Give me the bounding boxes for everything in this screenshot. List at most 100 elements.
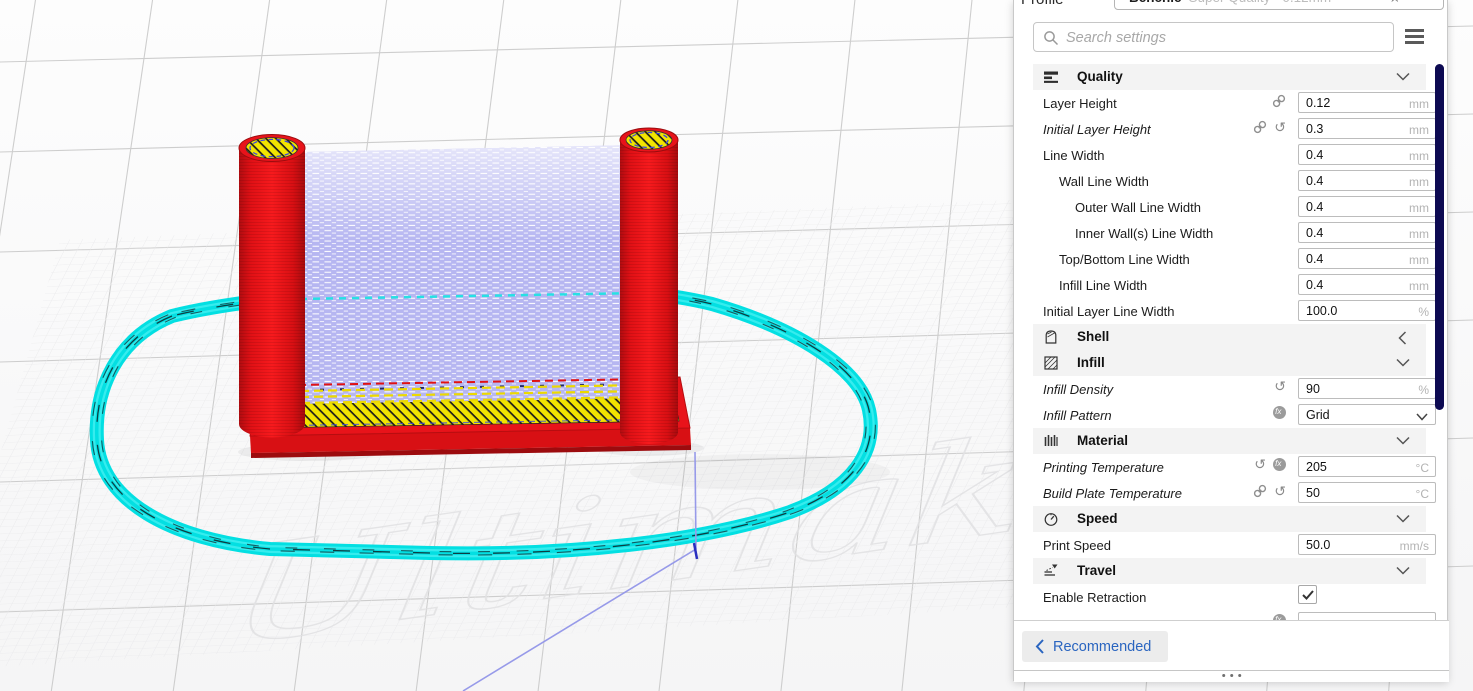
input-printing-temperature[interactable]: 205°C bbox=[1298, 456, 1436, 477]
unit-label: % bbox=[1418, 383, 1429, 397]
panel-resize-handle[interactable] bbox=[1014, 670, 1449, 682]
input-blank[interactable] bbox=[1298, 612, 1436, 620]
fx-icon[interactable]: fx bbox=[1273, 406, 1286, 419]
setting-label: Print Speed bbox=[1043, 538, 1111, 553]
setting-row-line-width: Line Width 0.4 mm bbox=[1014, 142, 1449, 168]
setting-row-infill-pattern: Infill Pattern fx Grid bbox=[1014, 402, 1449, 428]
print-settings-panel: Profile BenchieSuper Quality - 0.12mm ★ … bbox=[1013, 0, 1448, 681]
search-input[interactable] bbox=[1064, 26, 1388, 50]
setting-row-infill-line-width: Infill Line Width 0.4 mm bbox=[1014, 272, 1449, 298]
link-icon bbox=[1253, 484, 1267, 498]
setting-label: Infill Pattern bbox=[1043, 408, 1112, 423]
input-initial-layer-line-width[interactable]: 100.0% bbox=[1298, 300, 1436, 321]
setting-row-build-plate-temperature: Build Plate Temperature ↺ 50 °C bbox=[1014, 480, 1449, 506]
section-header-travel[interactable]: Travel bbox=[1014, 558, 1449, 584]
setting-row-initial-layer-height: Initial Layer Height↺0.3mm bbox=[1014, 116, 1449, 142]
setting-label: Infill Density bbox=[1043, 382, 1113, 397]
input-layer-height[interactable]: 0.12 mm bbox=[1298, 92, 1436, 113]
chevron-down-icon bbox=[1396, 565, 1410, 579]
setting-value: 0.12 bbox=[1306, 96, 1330, 110]
input-wall-line-width[interactable]: 0.4mm bbox=[1298, 170, 1436, 191]
setting-value: 0.4 bbox=[1306, 174, 1323, 188]
select-infill-pattern[interactable]: Grid bbox=[1298, 404, 1436, 425]
chevron-down-icon bbox=[1396, 71, 1410, 85]
setting-row-inner-wall-s-line-width: Inner Wall(s) Line Width 0.4mm bbox=[1014, 220, 1449, 246]
unit-label: mm bbox=[1409, 149, 1429, 163]
unit-label: mm bbox=[1409, 97, 1429, 111]
setting-label: Initial Layer Line Width bbox=[1043, 304, 1175, 319]
input-initial-layer-height[interactable]: 0.3 mm bbox=[1298, 118, 1436, 139]
panel-bottom-bar: Recommended bbox=[1014, 620, 1449, 671]
setting-row-print-speed: Print Speed 50.0mm/s bbox=[1014, 532, 1449, 558]
favorite-star-icon[interactable]: ★ bbox=[1388, 0, 1401, 6]
setting-value: 50 bbox=[1306, 486, 1320, 500]
revert-icon[interactable]: ↺ bbox=[1254, 458, 1266, 471]
revert-icon[interactable]: ↺ bbox=[1274, 380, 1286, 393]
profile-label: Profile bbox=[1021, 0, 1064, 8]
setting-row-printing-temperature: Printing Temperature↺fx205°C bbox=[1014, 454, 1449, 480]
setting-value: 0.4 bbox=[1306, 252, 1323, 266]
settings-scrollbar[interactable] bbox=[1435, 64, 1444, 410]
input-inner-wall-s-line-width[interactable]: 0.4mm bbox=[1298, 222, 1436, 243]
setting-label: Wall Line Width bbox=[1059, 174, 1149, 189]
link-icon bbox=[1253, 120, 1267, 134]
model-infill-wall[interactable] bbox=[297, 145, 646, 404]
model-tower-right[interactable] bbox=[620, 128, 678, 444]
section-header-quality[interactable]: Quality bbox=[1014, 64, 1449, 90]
setting-label: Outer Wall Line Width bbox=[1075, 200, 1201, 215]
profile-name: Benchie bbox=[1129, 0, 1182, 5]
quality-icon bbox=[1043, 69, 1059, 85]
unit-label: °C bbox=[1416, 461, 1429, 475]
chevron-down-icon bbox=[1396, 513, 1410, 527]
revert-icon[interactable]: ↺ bbox=[1274, 121, 1286, 134]
settings-menu-icon[interactable] bbox=[1405, 29, 1424, 45]
input-outer-wall-line-width[interactable]: 0.4mm bbox=[1298, 196, 1436, 217]
setting-label: Inner Wall(s) Line Width bbox=[1075, 226, 1213, 241]
profile-dropdown[interactable]: Benchie Super Quality - 0.12mm ★ bbox=[1114, 0, 1444, 10]
setting-row-blank: fx bbox=[1014, 610, 1449, 620]
section-header-speed[interactable]: Speed bbox=[1014, 506, 1449, 532]
input-build-plate-temperature[interactable]: 50 °C bbox=[1298, 482, 1436, 503]
section-label: Shell bbox=[1077, 329, 1109, 344]
section-header-material[interactable]: Material bbox=[1014, 428, 1449, 454]
setting-label: Infill Line Width bbox=[1059, 278, 1147, 293]
unit-label: mm bbox=[1409, 123, 1429, 137]
section-header-infill[interactable]: Infill bbox=[1014, 350, 1449, 376]
section-header-shell[interactable]: Shell bbox=[1014, 324, 1449, 350]
section-label: Speed bbox=[1077, 511, 1118, 526]
setting-value: 100.0 bbox=[1306, 304, 1337, 318]
revert-icon[interactable]: ↺ bbox=[1274, 485, 1286, 498]
input-infill-density[interactable]: 90% bbox=[1298, 378, 1436, 399]
chevron-left-icon bbox=[1035, 639, 1044, 654]
link-icon bbox=[1272, 94, 1286, 108]
checkbox-enable-retraction[interactable] bbox=[1298, 585, 1317, 604]
travel-icon bbox=[1043, 563, 1059, 579]
input-line-width[interactable]: 0.4 mm bbox=[1298, 144, 1436, 165]
chevron-left-icon bbox=[1396, 331, 1410, 345]
input-infill-line-width[interactable]: 0.4 mm bbox=[1298, 274, 1436, 295]
setting-row-wall-line-width: Wall Line Width 0.4mm bbox=[1014, 168, 1449, 194]
fx-icon[interactable]: fx bbox=[1273, 458, 1286, 471]
input-top-bottom-line-width[interactable]: 0.4 mm bbox=[1298, 248, 1436, 269]
setting-label: Layer Height bbox=[1043, 96, 1117, 111]
setting-value: 0.4 bbox=[1306, 148, 1323, 162]
recommended-button[interactable]: Recommended bbox=[1022, 631, 1168, 662]
input-print-speed[interactable]: 50.0mm/s bbox=[1298, 534, 1436, 555]
setting-value: 0.4 bbox=[1306, 278, 1323, 292]
setting-value: 0.3 bbox=[1306, 122, 1323, 136]
setting-row-enable-retraction: Enable Retraction bbox=[1014, 584, 1449, 610]
setting-label: Build Plate Temperature bbox=[1043, 486, 1182, 501]
chevron-down-icon bbox=[1396, 435, 1410, 449]
search-icon bbox=[1043, 30, 1059, 46]
material-icon bbox=[1043, 433, 1059, 449]
search-box[interactable] bbox=[1033, 22, 1394, 52]
unit-label: mm bbox=[1409, 253, 1429, 267]
unit-label: °C bbox=[1416, 487, 1429, 501]
setting-value: 0.4 bbox=[1306, 226, 1323, 240]
setting-row-infill-density: Infill Density ↺ 90% bbox=[1014, 376, 1449, 402]
unit-label: mm/s bbox=[1400, 539, 1429, 553]
profile-quality: Super Quality - 0.12mm bbox=[1189, 0, 1332, 5]
unit-label: mm bbox=[1409, 279, 1429, 293]
setting-label: Line Width bbox=[1043, 148, 1104, 163]
model-tower-left[interactable] bbox=[239, 135, 305, 438]
